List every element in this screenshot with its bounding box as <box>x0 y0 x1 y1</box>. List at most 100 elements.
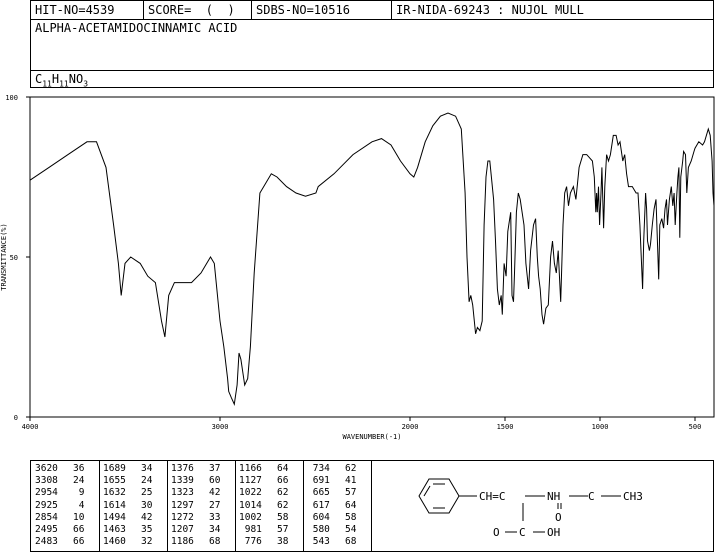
peak-column-divider <box>235 461 236 551</box>
peak-transmittance: 33 <box>209 511 221 523</box>
ir-spectrum-chart: 4000 3000 2000 1500 1000 500 0 50 100 WAVENUMBE… <box>0 94 715 441</box>
peak-transmittance: 38 <box>277 536 289 548</box>
x-tick-label: 3000 <box>212 423 229 431</box>
ir-identifier: IR-NIDA-69243 : NUJOL MULL <box>391 1 713 19</box>
peak-table: 3620 36 3308 24 2954 9 2925 4 2854 10 2495 66 2483… <box>30 460 714 552</box>
header-divider <box>31 70 713 71</box>
peak-wavenumber: 1339 <box>171 475 194 487</box>
peak-wavenumber: 1655 <box>103 475 126 487</box>
peak-wavenumber: 2483 <box>35 536 58 548</box>
peak-wavenumber: 734 <box>307 463 330 474</box>
hit-number: HIT-NO=4539 <box>35 3 115 17</box>
peak-wavenumber: 1022 <box>239 487 262 499</box>
peak-transmittance: 34 <box>141 463 153 474</box>
peak-wavenumber: 1272 <box>171 511 194 523</box>
peak-transmittance: 42 <box>209 487 221 499</box>
peak-wavenumber: 1376 <box>171 463 194 474</box>
vinyl-group: CH=C <box>479 490 506 503</box>
peak-transmittance: 60 <box>209 475 221 487</box>
peak-transmittance: 36 <box>73 463 85 474</box>
peak-wavenumber: 2495 <box>35 524 58 535</box>
spectrum-header: HIT-NO=4539 SCORE= ( ) SDBS-NO=10516 IR-… <box>30 0 714 88</box>
x-axis-label: WAVENUMBER(-1) <box>342 433 401 441</box>
y-tick-label: 50 <box>10 254 18 262</box>
chemical-structure: CH=C NH C CH3 C OH O O <box>418 478 643 539</box>
peak-wavenumber: 1002 <box>239 511 262 523</box>
peak-transmittance: 64 <box>277 463 289 474</box>
peak-transmittance: 66 <box>73 524 85 535</box>
peak-wavenumber: 691 <box>307 475 330 487</box>
peak-wavenumber: 1460 <box>103 536 126 548</box>
hydroxyl-group: OH <box>547 526 560 539</box>
peak-transmittance: 4 <box>73 499 85 511</box>
peak-transmittance: 34 <box>209 524 221 535</box>
x-tick-label: 500 <box>689 423 702 431</box>
peak-wavenumber: 543 <box>307 536 330 548</box>
peak-transmittance: 41 <box>345 475 357 487</box>
y-axis: 0 50 100 <box>5 94 30 422</box>
peak-wavenumber: 776 <box>239 536 262 548</box>
peak-wavenumber: 1614 <box>103 499 126 511</box>
compound-name: ALPHA-ACETAMIDOCINNAMIC ACID <box>35 21 238 35</box>
peak-wavenumber: 1463 <box>103 524 126 535</box>
peak-transmittance: 57 <box>277 524 289 535</box>
peak-transmittance: 66 <box>277 475 289 487</box>
peak-wavenumber: 580 <box>307 524 330 535</box>
peak-wavenumber: 1186 <box>171 536 194 548</box>
acid-carbon: C <box>519 526 526 539</box>
peak-transmittance: 24 <box>141 475 153 487</box>
peak-wavenumber: 1689 <box>103 463 126 474</box>
y-tick-label: 100 <box>5 94 18 102</box>
peak-transmittance: 32 <box>141 536 153 548</box>
peak-wavenumber: 1494 <box>103 511 126 523</box>
peak-transmittance: 25 <box>141 487 153 499</box>
molecular-formula: C11H11NO3 <box>35 72 89 89</box>
sdbs-number: SDBS-NO=10516 <box>251 1 391 19</box>
peak-wavenumber: 2954 <box>35 487 58 499</box>
amine-group: NH <box>547 490 560 503</box>
peak-wavenumber: 3620 <box>35 463 58 474</box>
peak-column-divider <box>303 461 304 551</box>
peak-transmittance: 42 <box>141 511 153 523</box>
peak-wavenumber: 3308 <box>35 475 58 487</box>
x-tick-label: 2000 <box>402 423 419 431</box>
peak-transmittance: 66 <box>73 536 85 548</box>
peak-transmittance: 58 <box>345 511 357 523</box>
peak-transmittance: 62 <box>277 499 289 511</box>
peak-transmittance: 62 <box>277 487 289 499</box>
peak-wavenumber: 1166 <box>239 463 262 474</box>
peak-transmittance: 62 <box>345 463 357 474</box>
peak-wavenumber: 1297 <box>171 499 194 511</box>
methyl-group: CH3 <box>623 490 643 503</box>
peak-wavenumber: 604 <box>307 511 330 523</box>
peak-transmittance: 27 <box>209 499 221 511</box>
peak-transmittance: 68 <box>209 536 221 548</box>
peak-transmittance: 58 <box>277 511 289 523</box>
x-axis: 4000 3000 2000 1500 1000 500 <box>22 417 702 431</box>
peak-transmittance: 9 <box>73 487 85 499</box>
peak-wavenumber: 617 <box>307 499 330 511</box>
carbonyl-oxygen-acetyl: O <box>555 511 562 524</box>
peak-transmittance: 10 <box>73 511 85 523</box>
y-axis-label: TRANSMITTANCE(%) <box>0 223 8 290</box>
x-tick-label: 1000 <box>592 423 609 431</box>
acetyl-carbon: C <box>588 490 595 503</box>
peak-wavenumber: 2925 <box>35 499 58 511</box>
peak-wavenumber: 665 <box>307 487 330 499</box>
peak-transmittance: 68 <box>345 536 357 548</box>
peak-wavenumber: 1323 <box>171 487 194 499</box>
peak-wavenumber: 1014 <box>239 499 262 511</box>
x-tick-label: 4000 <box>22 423 39 431</box>
peak-wavenumber: 1207 <box>171 524 194 535</box>
x-tick-label: 1500 <box>497 423 514 431</box>
peak-transmittance: 24 <box>73 475 85 487</box>
peak-transmittance: 57 <box>345 487 357 499</box>
peak-wavenumber: 981 <box>239 524 262 535</box>
header-row: HIT-NO=4539 SCORE= ( ) SDBS-NO=10516 IR-… <box>31 1 713 20</box>
peak-column-divider <box>167 461 168 551</box>
peak-transmittance: 37 <box>209 463 221 474</box>
structure-divider <box>371 461 372 551</box>
peak-transmittance: 64 <box>345 499 357 511</box>
peak-transmittance: 35 <box>141 524 153 535</box>
carbonyl-oxygen-acid: O <box>493 526 500 539</box>
